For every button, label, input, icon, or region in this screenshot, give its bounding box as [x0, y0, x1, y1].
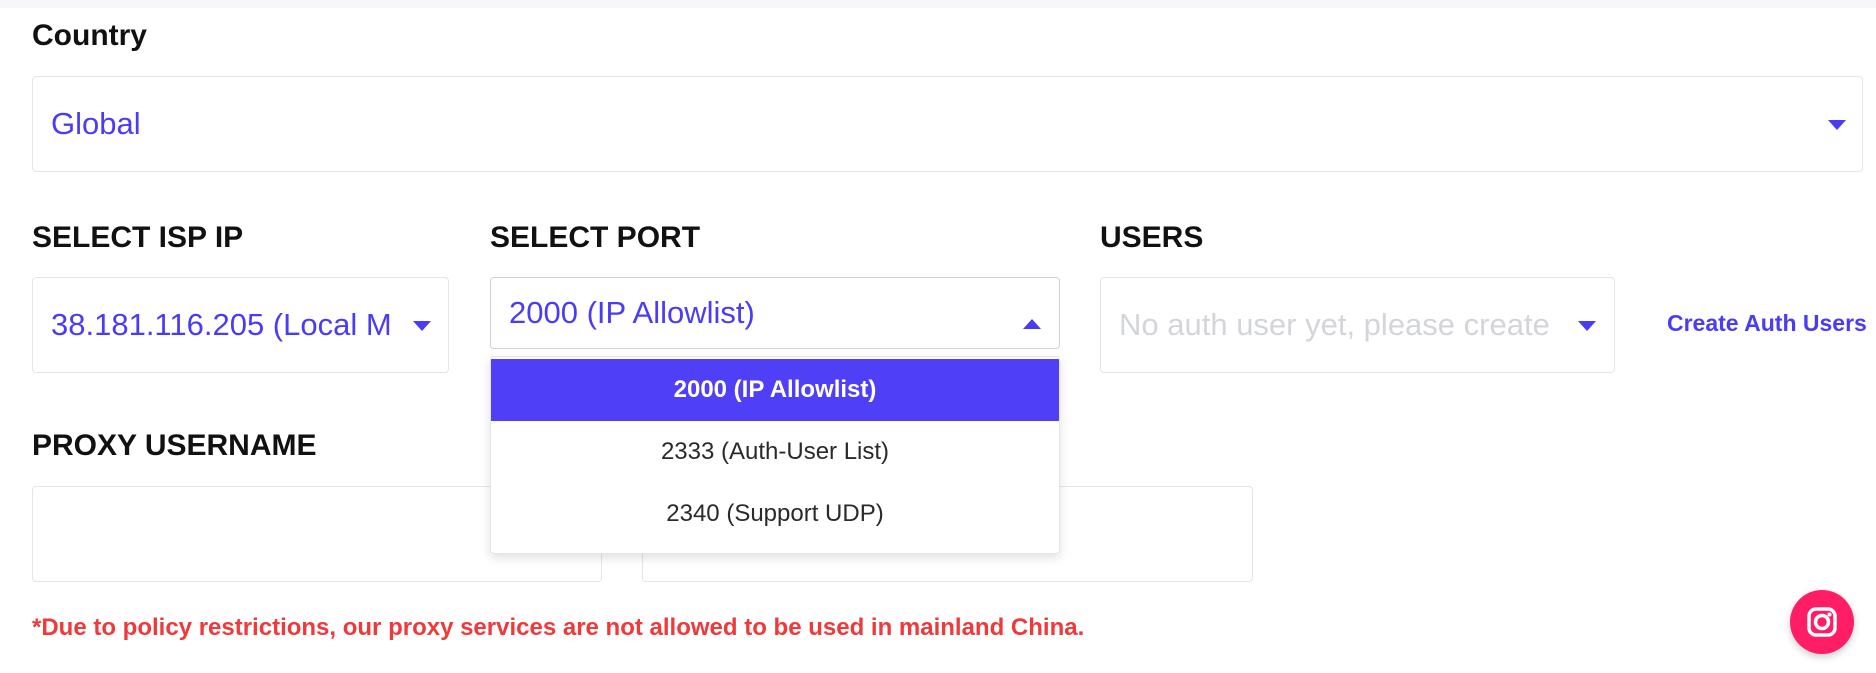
create-auth-users-link[interactable]: Create Auth Users — [1667, 310, 1867, 337]
chevron-down-icon — [1828, 120, 1846, 130]
users-label: USERS — [1100, 221, 1204, 254]
top-edge — [0, 0, 1876, 8]
port-option[interactable]: 2000 (IP Allowlist) — [491, 359, 1059, 421]
port-select-value: 2000 (IP Allowlist) — [509, 295, 755, 330]
port-option[interactable]: 2333 (Auth-User List) — [491, 421, 1059, 483]
users-select[interactable]: No auth user yet, please create — [1100, 277, 1615, 373]
chevron-down-icon — [413, 321, 431, 331]
isp-ip-select[interactable]: 38.181.116.205 (Local M — [32, 277, 449, 373]
proxy-config-form: Country Global SELECT ISP IP 38.181.116.… — [0, 0, 1876, 673]
isp-ip-select-value: 38.181.116.205 (Local M — [51, 307, 392, 342]
instagram-icon — [1807, 607, 1837, 637]
port-dropdown-menu: 2000 (IP Allowlist) 2333 (Auth-User List… — [490, 356, 1060, 554]
port-label: SELECT PORT — [490, 221, 701, 254]
country-label: Country — [32, 19, 147, 52]
isp-ip-label: SELECT ISP IP — [32, 221, 244, 254]
users-select-placeholder: No auth user yet, please create — [1119, 307, 1550, 342]
proxy-username-label: PROXY USERNAME — [32, 429, 317, 462]
port-select[interactable]: 2000 (IP Allowlist) — [490, 277, 1060, 349]
port-option[interactable]: 2340 (Support UDP) — [491, 483, 1059, 545]
policy-notice: *Due to policy restrictions, our proxy s… — [32, 614, 1085, 641]
chevron-down-icon — [1578, 321, 1596, 331]
instagram-button[interactable] — [1790, 590, 1854, 654]
country-select[interactable]: Global — [32, 76, 1863, 172]
chevron-up-icon — [1023, 319, 1041, 329]
country-select-value: Global — [51, 106, 141, 141]
